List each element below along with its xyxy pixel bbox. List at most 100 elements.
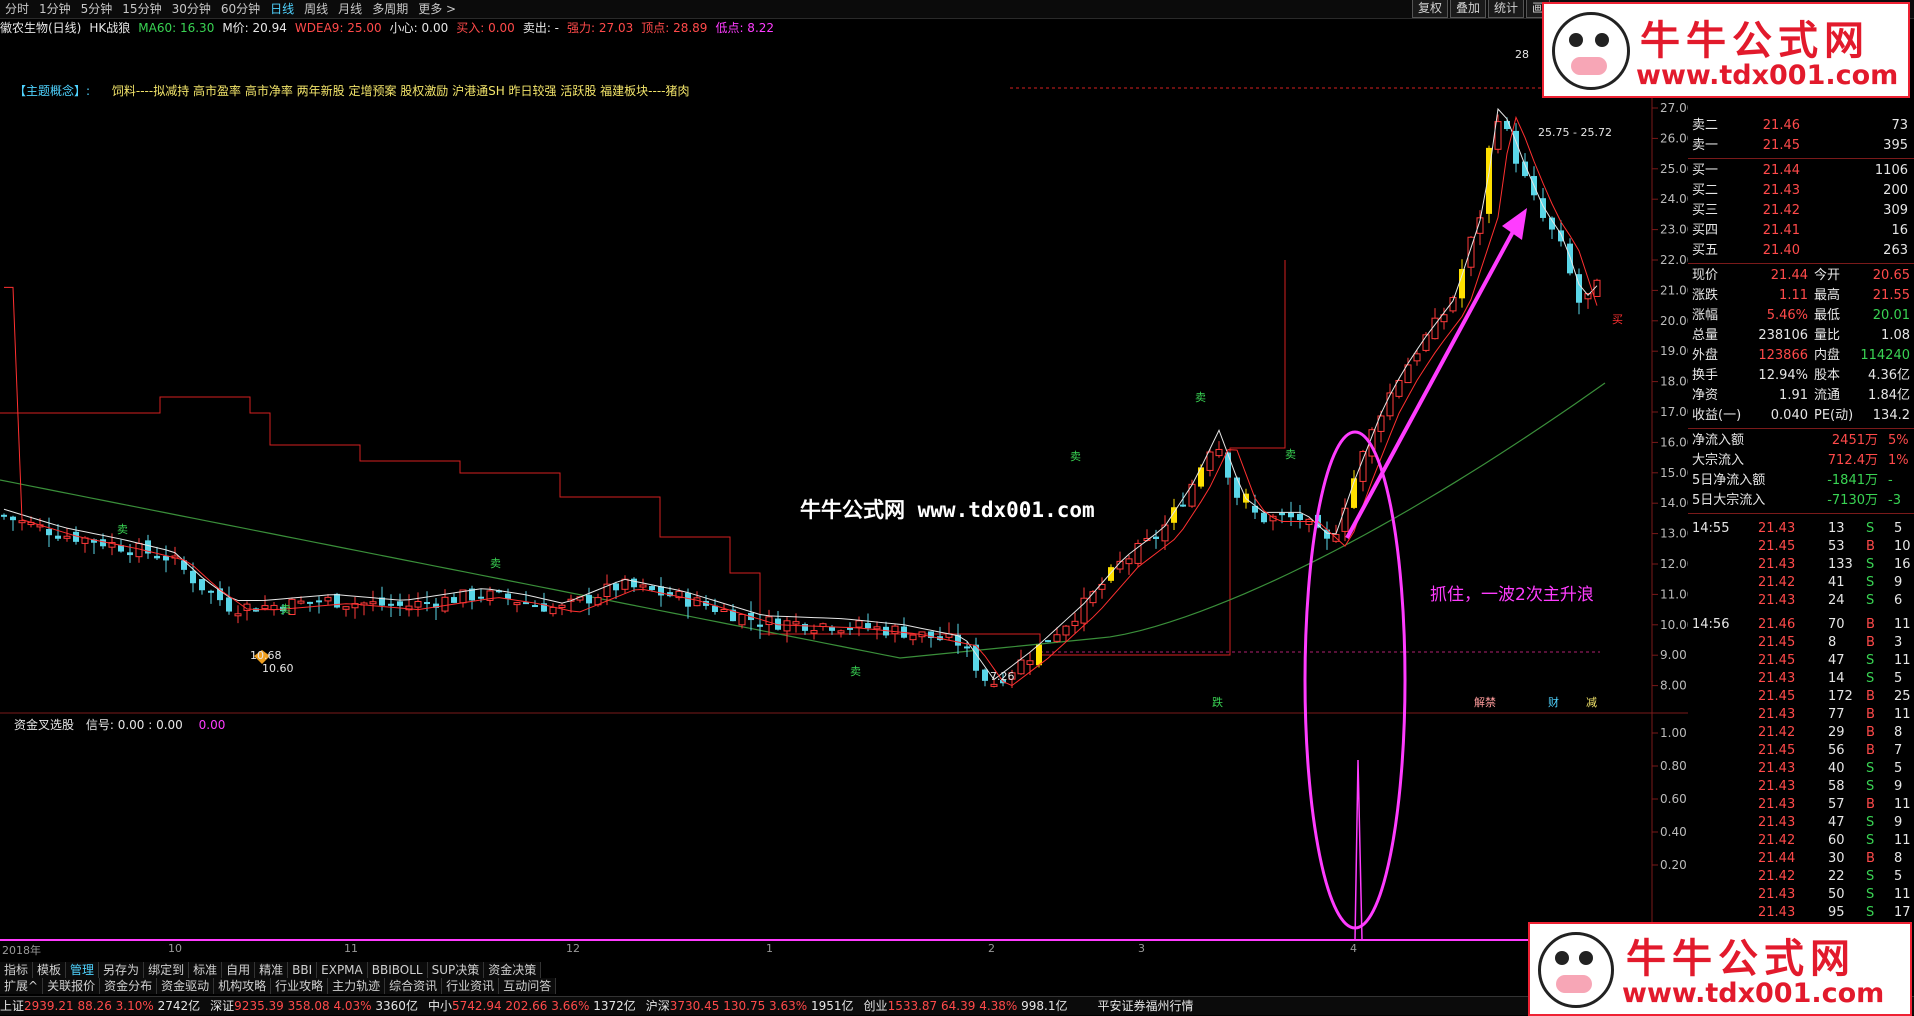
period-tab[interactable]: 周线 [299,0,333,18]
period-tab[interactable]: 60分钟 [216,0,265,18]
candle-body [891,625,899,635]
candle-body [190,570,196,584]
tick-price: 21.43 [1758,671,1796,686]
chart-tool-button[interactable]: 统计 [1488,0,1525,18]
quote-row: 换手 12.94% 股本 4.36亿 [1688,366,1914,386]
indicator-tab[interactable]: 资金决策 [484,962,542,978]
flow-label: 5日大宗流入 [1692,493,1766,508]
sub-indicator-name[interactable]: 资金叉选股 [14,718,74,732]
indicator-tab[interactable]: BBI [288,962,318,978]
indicator-tab[interactable]: BBIBOLL [367,962,428,978]
extension-tab[interactable]: 综合资讯 [385,978,443,994]
period-tab[interactable]: 15分钟 [117,0,166,18]
index-amount: 3360亿 [375,999,418,1013]
indicator-tab[interactable]: EXPMA [317,962,368,978]
flow-pct: - [1888,473,1893,488]
date-axis-label: 12 [566,942,580,955]
extension-tab[interactable]: 资金驱动 [157,978,215,994]
candle-body [1036,644,1042,666]
index-quote[interactable]: 创业1533.87 64.39 4.38% 998.1亿 [864,997,1068,1015]
extension-tab[interactable]: 行业资讯 [442,978,500,994]
index-value: 1533.87 [887,999,938,1013]
tick-price: 21.43 [1758,779,1796,794]
candle-body [1026,660,1034,665]
candle-body [1288,512,1294,518]
chart-tool-button[interactable]: 复权 [1412,0,1449,18]
extension-tab[interactable]: 机构攻略 [214,978,272,994]
period-tab[interactable]: 5分钟 [76,0,118,18]
tick-volume: 30 [1828,851,1845,866]
indicator-value[interactable]: HK战狼 [89,20,130,36]
date-axis-label: 2018年 [2,944,41,957]
indicator-value[interactable]: 徽农生物(日线) [0,20,81,36]
kline-chart[interactable]: 27.00 26.00 25.00 24.00 23.00 22.00 21.00 20.00… [0,36,1688,942]
period-tab[interactable]: 1分钟 [34,0,76,18]
indicator-tab[interactable]: 指标 [0,962,34,978]
extension-tab[interactable]: 主力轨迹 [328,978,386,994]
candle-body [316,600,322,603]
extension-tab[interactable]: 互动问答 [499,978,557,994]
candle-body [334,593,340,608]
index-quote[interactable]: 上证2939.21 88.26 3.10% 2742亿 [0,997,200,1015]
tick-row: 21.45 8 B 3 [1688,634,1914,652]
period-tab[interactable]: 30分钟 [167,0,216,18]
tick-price: 21.43 [1758,815,1796,830]
tick-count: 8 [1894,851,1903,866]
index-quote[interactable]: 中小5742.94 202.66 3.66% 1372亿 [428,997,636,1015]
candle-body [765,616,773,626]
index-quote[interactable]: 沪深3730.45 130.75 3.63% 1951亿 [646,997,854,1015]
candle-body [1017,659,1025,675]
tick-side: B [1866,725,1875,740]
extension-tab[interactable]: 扩展^ [0,978,44,994]
candle-body [558,604,566,609]
candle-body [307,601,313,604]
tick-side: S [1866,833,1875,848]
price-label: 10.68 [250,649,282,662]
tick-price: 21.43 [1758,887,1796,902]
indicator-tab[interactable]: 管理 [66,962,100,978]
candle-body [1261,512,1267,523]
date-axis-label: 3 [1138,942,1145,955]
quote-row: 总量 238106 量比 1.08 [1688,326,1914,346]
stat-label: 换手 [1692,368,1719,383]
indicator-tab[interactable]: 自用 [222,962,256,978]
period-tab[interactable]: 月线 [333,0,367,18]
extension-tab[interactable]: 行业攻略 [271,978,329,994]
tick-price: 21.45 [1758,743,1796,758]
candle-body [208,590,214,593]
tick-price: 21.42 [1758,575,1796,590]
trade-signal-mark: 卖 [850,665,861,678]
candle-body [837,630,845,634]
y-axis-label: 19.00 [1660,344,1688,358]
tick-side: B [1866,635,1875,650]
tick-count: 9 [1894,815,1903,830]
index-change: 88.26 [77,999,112,1013]
period-tab[interactable]: 日线 [265,0,299,18]
y-axis-label: 10.00 [1660,618,1688,632]
trade-signal-mark: 卖 [1195,391,1206,404]
stat-label: 股本 [1814,368,1841,383]
indicator-tab[interactable]: 标准 [189,962,223,978]
extension-tab[interactable]: 关联报价 [43,978,101,994]
y-axis-label: 21.00 [1660,283,1688,297]
candle-body [100,539,106,547]
candle-body [685,592,691,607]
tick-side: S [1866,557,1875,572]
order-price: 21.45 [1762,138,1800,153]
chart-tool-button[interactable]: 叠加 [1450,0,1487,18]
tick-volume: 133 [1828,557,1853,572]
tick-volume: 14 [1828,671,1845,686]
extension-tab[interactable]: 资金分布 [100,978,158,994]
period-tab[interactable]: 多周期 [367,0,413,18]
indicator-value: 顶点: 28.89 [641,21,708,35]
indicator-tab[interactable]: 绑定到 [144,962,190,978]
indicator-tab[interactable]: SUP决策 [427,962,485,978]
indicator-tab[interactable]: 模板 [33,962,67,978]
indicator-tab[interactable]: 精准 [255,962,289,978]
index-quote[interactable]: 深证9235.39 358.08 4.03% 3360亿 [210,997,418,1015]
indicator-tab[interactable]: 另存为 [99,962,145,978]
period-tab[interactable]: 更多 > [413,0,461,18]
period-tab[interactable]: 分时 [0,0,34,18]
tick-row: 21.44 30 B 8 [1688,850,1914,868]
y-axis-label: 11.00 [1660,587,1688,601]
